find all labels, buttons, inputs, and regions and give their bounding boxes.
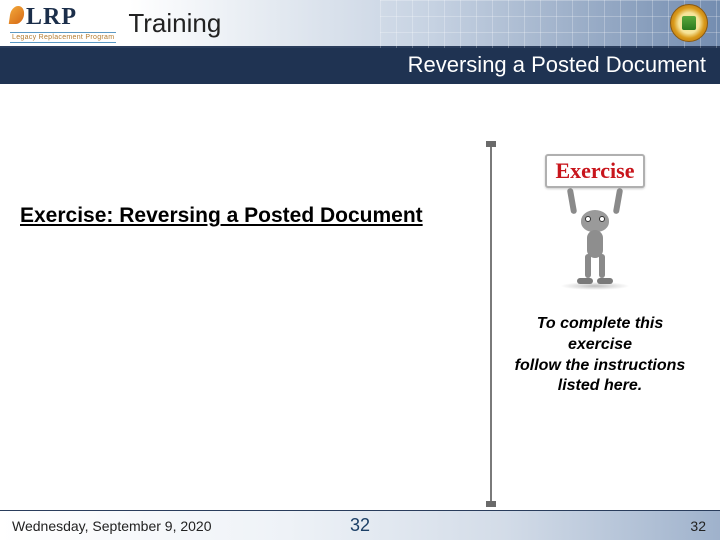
instructions-line: To complete this bbox=[537, 315, 664, 332]
footer-date: Wednesday, September 9, 2020 bbox=[12, 518, 212, 534]
instructions-line: follow the instructions bbox=[515, 357, 686, 374]
footer-right-page: 32 bbox=[690, 518, 706, 534]
slide-content: Exercise: Reversing a Posted Document Ex… bbox=[0, 84, 720, 504]
instructions-line: exercise bbox=[568, 336, 632, 353]
header-title: Training bbox=[128, 8, 221, 39]
exercise-figure: Exercise bbox=[510, 154, 680, 290]
exercise-sign: Exercise bbox=[545, 154, 644, 188]
exercise-title: Exercise: Reversing a Posted Document bbox=[20, 204, 423, 228]
lrp-logo: LRP bbox=[10, 4, 116, 31]
lrp-swoosh-icon bbox=[9, 6, 26, 24]
vertical-divider bbox=[490, 144, 492, 504]
instructions-line: listed here. bbox=[558, 377, 642, 394]
header-grid-decoration bbox=[380, 0, 720, 48]
footer-center-page: 32 bbox=[350, 515, 370, 536]
character-icon bbox=[565, 194, 625, 284]
lrp-logo-subtext: Legacy Replacement Program bbox=[10, 32, 116, 43]
sub-header: Reversing a Posted Document bbox=[0, 48, 720, 84]
lrp-logo-text: LRP bbox=[26, 4, 77, 31]
instructions-text: To complete this exercise follow the ins… bbox=[500, 314, 700, 397]
seal-icon bbox=[670, 4, 708, 42]
slide-footer: Wednesday, September 9, 2020 32 32 bbox=[0, 510, 720, 540]
lrp-logo-block: LRP Legacy Replacement Program bbox=[10, 4, 116, 43]
slide-header: LRP Legacy Replacement Program Training bbox=[0, 0, 720, 48]
